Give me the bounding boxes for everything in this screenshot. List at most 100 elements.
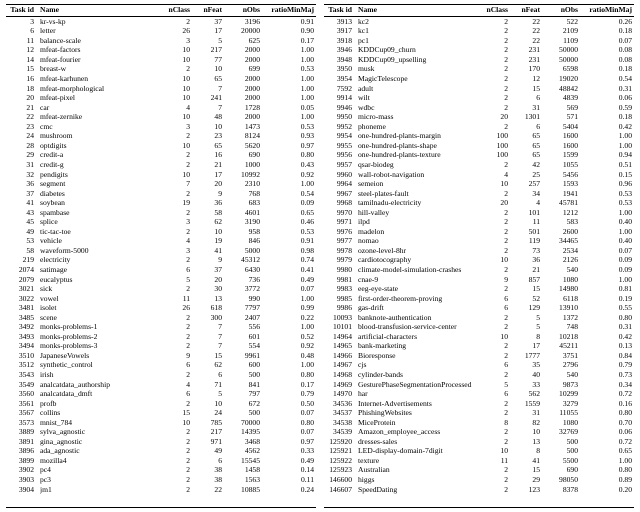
col-nclass: nClass xyxy=(160,6,192,15)
cell-task-id: 49 xyxy=(6,228,40,237)
cell-name: profb xyxy=(40,400,160,409)
cell-task-id: 3567 xyxy=(6,409,40,418)
table-row: 9986gas-drift6129139100.55 xyxy=(324,304,634,314)
cell-nfeat: 21 xyxy=(192,161,224,170)
cell-nclass: 2 xyxy=(478,371,510,380)
cell-nclass: 2 xyxy=(478,409,510,418)
table-row: 146607SpeedDating212383780.20 xyxy=(324,485,634,495)
cell-name: one-hundred-plants-shape xyxy=(358,142,478,151)
cell-task-id: 21 xyxy=(6,104,40,113)
table-row: 2074satimage63764300.41 xyxy=(6,266,316,276)
table-row: 9955one-hundred-plants-shape1006516001.0… xyxy=(324,142,634,152)
table-row: 34539Amazon_employee_access210327690.06 xyxy=(324,428,634,438)
table-row: 11balance-scale356250.17 xyxy=(6,37,316,47)
cell-nfeat: 49 xyxy=(192,447,224,456)
cell-name: phoneme xyxy=(358,123,478,132)
cell-task-id: 14970 xyxy=(324,390,358,399)
cell-ratio: 0.09 xyxy=(262,199,316,208)
cell-ratio: 0.54 xyxy=(580,75,634,84)
table-row: 14964artificial-characters108102180.42 xyxy=(324,333,634,343)
cell-nobs: 11055 xyxy=(542,409,580,418)
cell-name: first-order-theorem-proving xyxy=(358,295,478,304)
cell-nclass: 3 xyxy=(160,218,192,227)
cell-nobs: 2000 xyxy=(224,94,262,103)
cell-name: kc2 xyxy=(358,18,478,27)
cell-name: steel-plates-fault xyxy=(358,190,478,199)
cell-nclass: 2 xyxy=(160,371,192,380)
cell-name: gina_agnostic xyxy=(40,438,160,447)
cell-nfeat: 119 xyxy=(510,237,542,246)
cell-task-id: 125921 xyxy=(324,447,358,456)
col-nclass: nClass xyxy=(478,6,510,15)
table-row: 45splice36231900.46 xyxy=(6,218,316,228)
cell-name: mfeat-zernike xyxy=(40,113,160,122)
cell-task-id: 53 xyxy=(6,237,40,246)
cell-name: mfeat-pixel xyxy=(40,94,160,103)
cell-nobs: 6430 xyxy=(224,266,262,275)
table-row: 14970har6562102990.72 xyxy=(324,390,634,400)
table-row: 3021sick23037720.07 xyxy=(6,285,316,295)
cell-nclass: 2 xyxy=(478,161,510,170)
cell-name: credit-g xyxy=(40,161,160,170)
cell-nobs: 13910 xyxy=(542,304,580,313)
cell-name: analcatdata_dmft xyxy=(40,390,160,399)
cell-nclass: 26 xyxy=(160,27,192,36)
cell-name: KDDCup09_churn xyxy=(358,46,478,55)
cell-nobs: 19020 xyxy=(542,75,580,84)
cell-ratio: 0.80 xyxy=(580,409,634,418)
cell-nobs: 4839 xyxy=(542,94,580,103)
cell-nclass: 2 xyxy=(160,428,192,437)
cell-nobs: 8378 xyxy=(542,486,580,495)
cell-ratio: 0.13 xyxy=(580,342,634,351)
cell-nclass: 2 xyxy=(478,218,510,227)
table-row: 9946wdbc2315690.59 xyxy=(324,103,634,113)
cell-nfeat: 11 xyxy=(510,218,542,227)
cell-name: isolet xyxy=(40,304,160,313)
table-row: 3918pc122211090.07 xyxy=(324,37,634,47)
cell-task-id: 18 xyxy=(6,85,40,94)
cell-nclass: 10 xyxy=(478,180,510,189)
table-row: 125922texture114155001.00 xyxy=(324,457,634,467)
cell-task-id: 9968 xyxy=(324,199,358,208)
table-row: 34537PhishingWebsites231110550.80 xyxy=(324,409,634,419)
cell-nclass: 10 xyxy=(160,113,192,122)
cell-nclass: 2 xyxy=(478,428,510,437)
cell-name: musk xyxy=(358,65,478,74)
cell-ratio: 0.80 xyxy=(262,371,316,380)
cell-ratio: 0.33 xyxy=(262,447,316,456)
cell-nobs: 540 xyxy=(542,266,580,275)
cell-nclass: 2 xyxy=(160,476,192,485)
cell-nclass: 2 xyxy=(478,237,510,246)
cell-task-id: 146600 xyxy=(324,476,358,485)
cell-nclass: 4 xyxy=(160,237,192,246)
table-row: 14969GesturePhaseSegmentationProcessed53… xyxy=(324,380,634,390)
table-row: 3904jm1222108850.24 xyxy=(6,485,316,495)
cell-nfeat: 10 xyxy=(510,428,542,437)
cell-ratio: 1.00 xyxy=(262,94,316,103)
table-row: 3913kc22225220.26 xyxy=(324,17,634,27)
col-task-id: Task id xyxy=(6,6,40,15)
table-row: 31credit-g22110000.43 xyxy=(6,161,316,171)
cell-nobs: 10885 xyxy=(224,486,262,495)
cell-name: pc3 xyxy=(40,476,160,485)
cell-task-id: 3 xyxy=(6,18,40,27)
cell-nclass: 2 xyxy=(478,323,510,332)
cell-name: mfeat-fourier xyxy=(40,56,160,65)
cell-nfeat: 22 xyxy=(192,486,224,495)
cell-name: LED-display-domain-7digit xyxy=(358,447,478,456)
cell-nfeat: 17 xyxy=(510,342,542,351)
cell-task-id: 2074 xyxy=(6,266,40,275)
cell-nobs: 98050 xyxy=(542,476,580,485)
cell-name: SpeedDating xyxy=(358,486,478,495)
cell-name: climate-model-simulation-crashes xyxy=(358,266,478,275)
cell-task-id: 3896 xyxy=(6,447,40,456)
cell-name: Internet-Advertisements xyxy=(358,400,478,409)
cell-name: texture xyxy=(358,457,478,466)
cell-task-id: 3494 xyxy=(6,342,40,351)
cell-nobs: 32769 xyxy=(542,428,580,437)
table-row: 3494monks-problems-3275540.92 xyxy=(6,342,316,352)
cell-ratio: 0.20 xyxy=(580,486,634,495)
cell-name: micro-mass xyxy=(358,113,478,122)
cell-task-id: 3889 xyxy=(6,428,40,437)
cell-nfeat: 7 xyxy=(192,323,224,332)
